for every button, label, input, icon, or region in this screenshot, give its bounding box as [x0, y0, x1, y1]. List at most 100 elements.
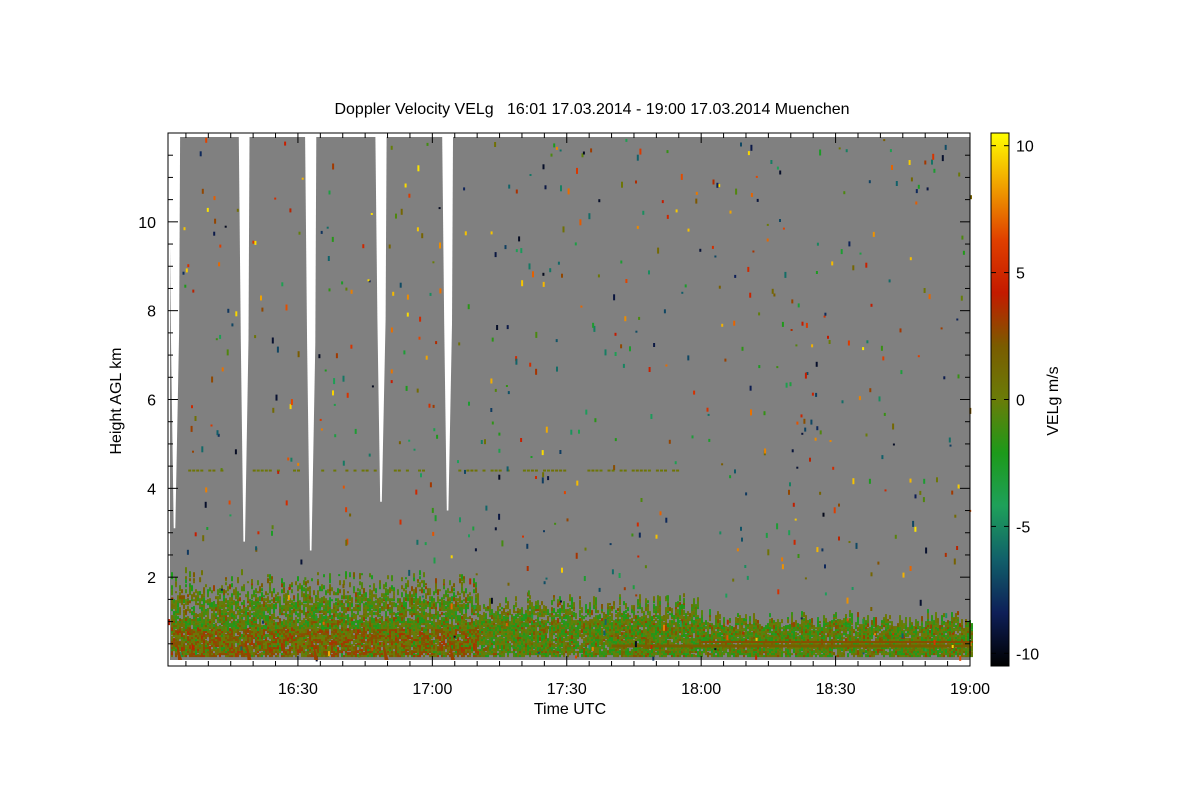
velocity-pixel: [279, 618, 281, 624]
velocity-pixel: [487, 645, 489, 650]
velocity-pixel: [515, 602, 517, 608]
velocity-pixel: [595, 597, 597, 602]
velocity-pixel: [401, 637, 403, 640]
velocity-pixel: [265, 591, 267, 596]
velocity-pixel: [405, 621, 407, 624]
velocity-pixel: [541, 613, 543, 618]
velocity-pixel: [187, 599, 189, 602]
velocity-pixel: [347, 591, 349, 594]
velocity-pixel: [251, 651, 253, 656]
velocity-pixel: [329, 597, 331, 602]
velocity-pixel: [261, 583, 263, 588]
velocity-pixel: [217, 617, 219, 620]
velocity-pixel: [361, 582, 363, 588]
velocity-pixel: [223, 635, 225, 640]
velocity-pixel: [585, 609, 587, 614]
velocity-pixel: [185, 618, 187, 622]
velocity-pixel: [263, 611, 265, 616]
velocity-pixel: [297, 626, 299, 630]
velocity-pixel: [483, 604, 485, 608]
velocity-pixel: [185, 629, 187, 632]
velocity-pixel: [229, 633, 231, 636]
velocity-pixel: [351, 597, 353, 604]
velocity-pixel: [185, 576, 187, 580]
velocity-pixel: [423, 589, 425, 594]
velocity-pixel: [359, 641, 361, 644]
velocity-pixel: [359, 649, 361, 652]
velocity-pixel: [215, 637, 217, 640]
velocity-pixel: [575, 631, 577, 634]
velocity-pixel: [291, 589, 293, 594]
velocity-pixel: [309, 611, 311, 614]
velocity-pixel: [261, 592, 263, 598]
velocity-pixel: [421, 617, 423, 624]
velocity-pixel: [185, 589, 187, 594]
velocity-pixel: [193, 655, 195, 658]
velocity-pixel: [431, 649, 433, 654]
velocity-pixel: [445, 637, 447, 640]
velocity-pixel: [181, 589, 183, 594]
velocity-pixel: [381, 650, 383, 654]
velocity-pixel: [619, 629, 621, 632]
velocity-pixel: [453, 625, 455, 628]
velocity-pixel: [199, 625, 201, 628]
velocity-pixel: [515, 634, 517, 638]
velocity-pixel: [507, 613, 509, 616]
velocity-pixel: [601, 633, 603, 636]
velocity-pixel: [303, 587, 305, 590]
velocity-pixel: [387, 641, 389, 644]
velocity-pixel: [263, 603, 265, 608]
velocity-pixel: [329, 591, 331, 596]
velocity-pixel: [431, 640, 433, 646]
velocity-pixel: [393, 602, 395, 608]
velocity-pixel: [575, 620, 577, 624]
velocity-pixel: [455, 607, 457, 612]
velocity-pixel: [229, 655, 231, 658]
velocity-pixel: [231, 593, 233, 598]
velocity-pixel: [297, 593, 299, 598]
velocity-pixel: [453, 592, 455, 598]
velocity-pixel: [229, 603, 231, 610]
velocity-pixel: [193, 623, 195, 628]
velocity-pixel: [411, 619, 413, 622]
velocity-pixel: [599, 614, 601, 620]
velocity-pixel: [349, 602, 351, 608]
velocity-pixel: [213, 643, 215, 646]
velocity-pixel: [221, 610, 223, 614]
velocity-pixel: [291, 603, 293, 606]
velocity-pixel: [451, 637, 453, 640]
velocity-pixel: [253, 590, 255, 596]
velocity-pixel: [607, 603, 609, 608]
velocity-pixel: [265, 615, 267, 622]
velocity-pixel: [269, 582, 271, 586]
velocity-pixel: [383, 635, 385, 638]
velocity-pixel: [387, 616, 389, 620]
velocity-pixel: [179, 635, 181, 640]
velocity-pixel: [417, 584, 419, 588]
velocity-pixel: [531, 653, 533, 656]
velocity-pixel: [459, 625, 461, 628]
velocity-pixel: [553, 643, 555, 648]
velocity-pixel: [379, 631, 381, 634]
velocity-pixel: [247, 619, 249, 626]
velocity-pixel: [541, 637, 543, 642]
velocity-pixel: [593, 596, 595, 602]
velocity-pixel: [427, 633, 429, 636]
velocity-pixel: [343, 655, 345, 658]
velocity-pixel: [331, 615, 333, 620]
velocity-pixel: [379, 614, 381, 618]
velocity-pixel: [359, 573, 361, 578]
velocity-pixel: [339, 613, 341, 616]
velocity-pixel: [203, 637, 205, 640]
velocity-pixel: [455, 598, 457, 602]
velocity-pixel: [413, 590, 415, 594]
velocity-pixel: [437, 589, 439, 596]
velocity-pixel: [493, 651, 495, 654]
velocity-pixel: [269, 574, 271, 580]
velocity-pixel: [581, 616, 583, 620]
velocity-pixel: [293, 637, 295, 640]
velocity-pixel: [343, 627, 345, 632]
velocity-pixel: [279, 631, 281, 634]
velocity-pixel: [615, 619, 617, 622]
velocity-pixel: [229, 647, 231, 652]
